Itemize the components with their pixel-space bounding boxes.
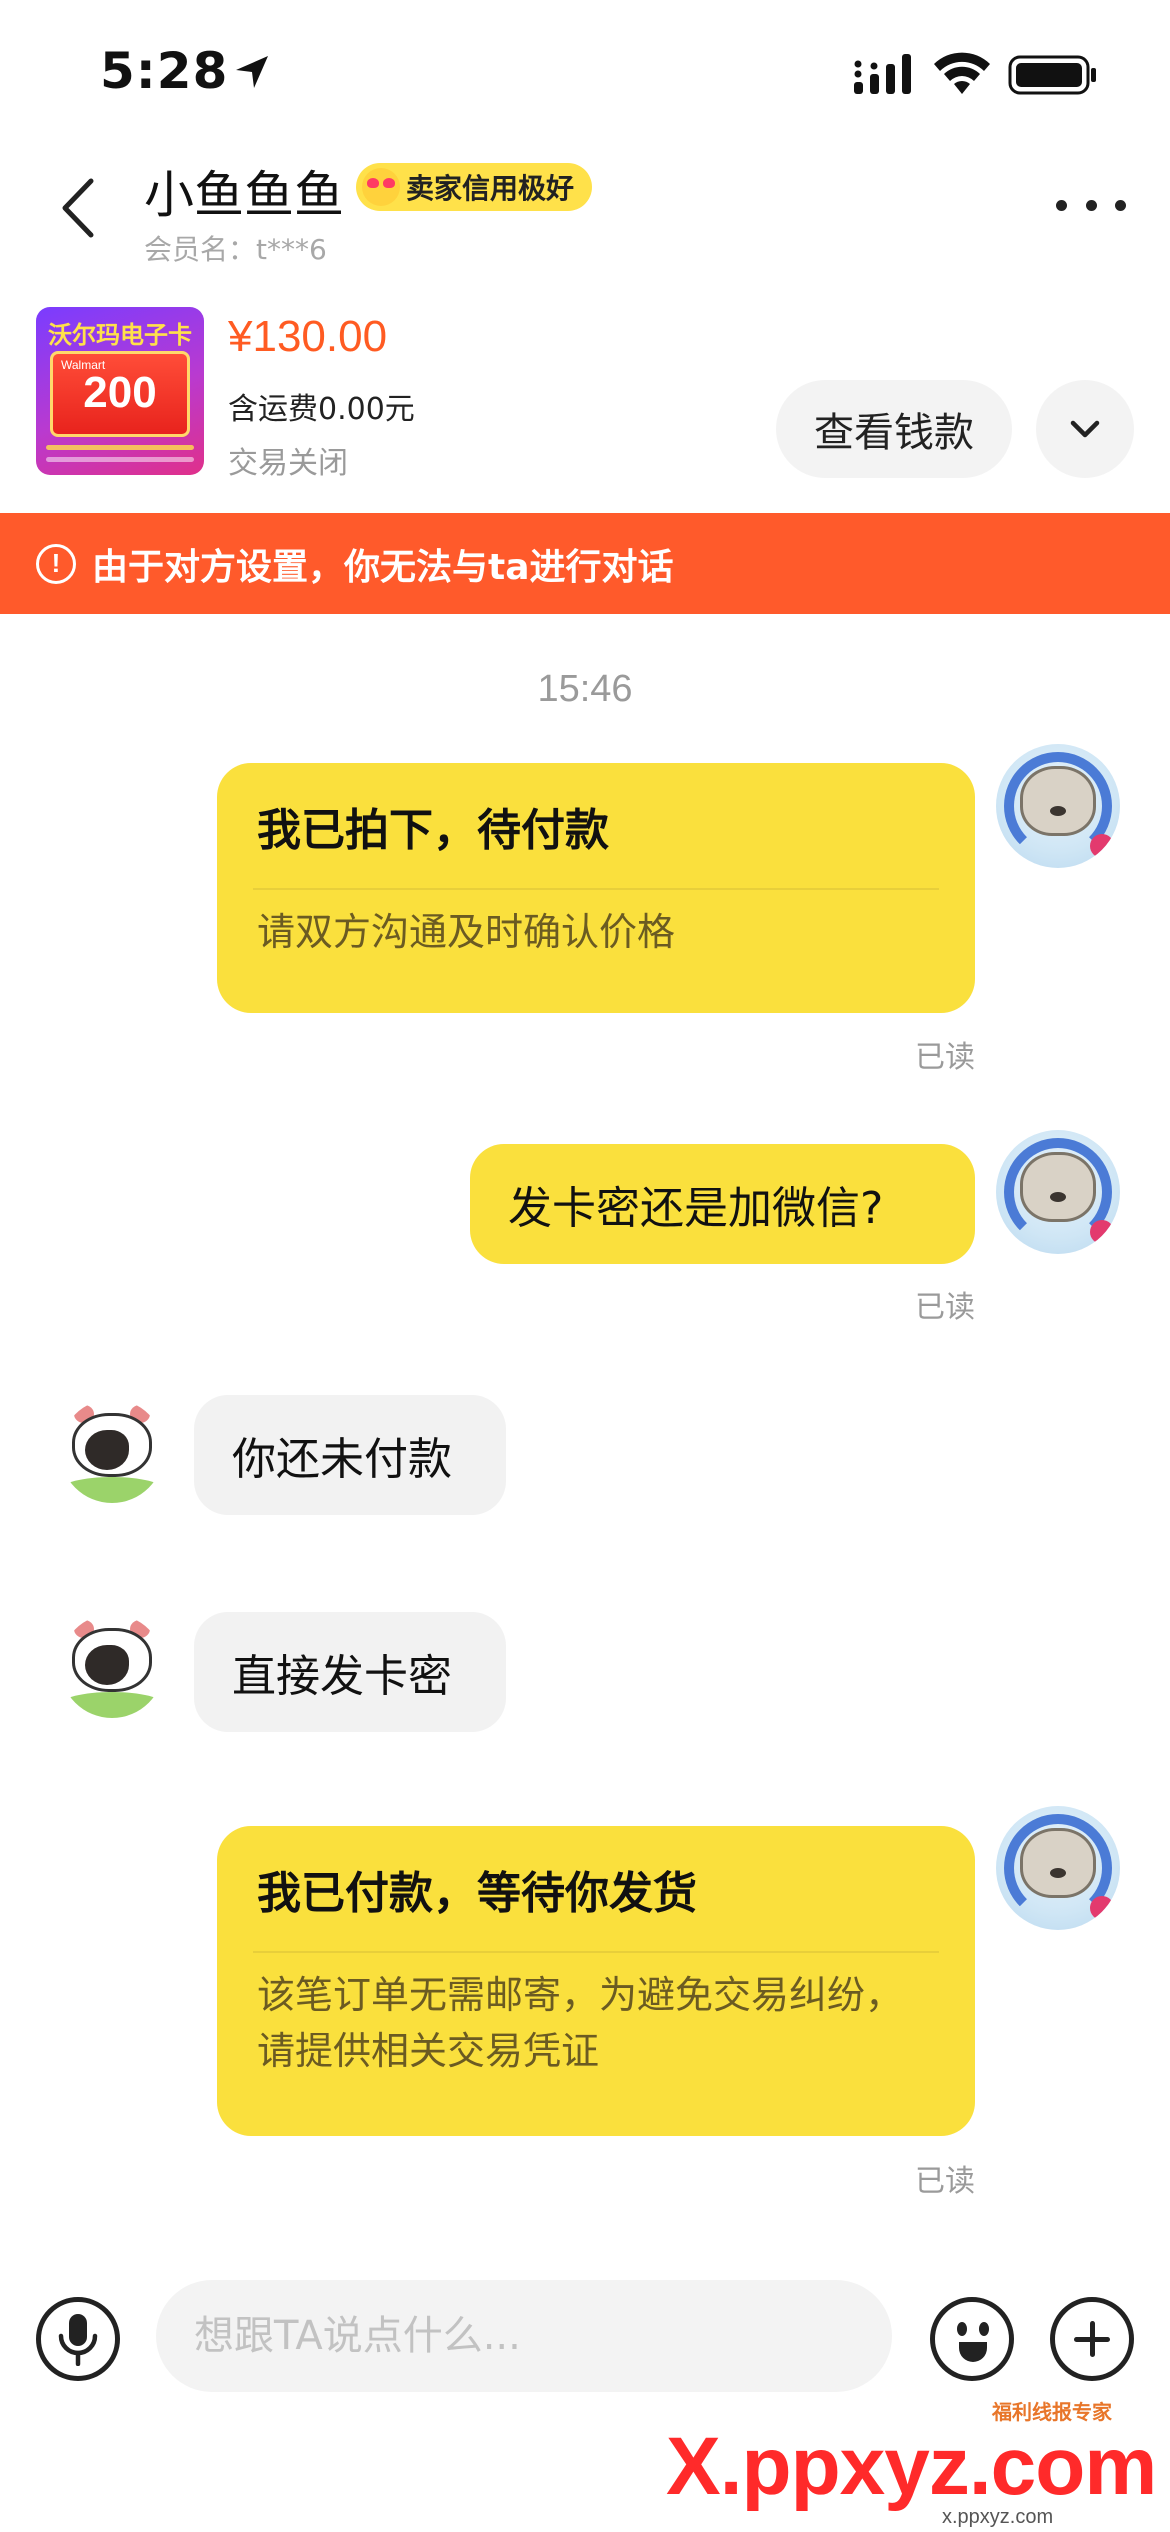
avatar-decoration [1090,1896,1114,1920]
trade-status: 交易关闭 [228,446,348,481]
credit-badge-label: 卖家信用极好 [406,172,575,205]
my-avatar[interactable] [996,744,1120,868]
watermark-url: x.ppxyz.com [942,2506,1054,2528]
card-body: 请双方沟通及时确认价格 [257,910,676,954]
shipping-fee: 含运费0.00元 [228,392,415,427]
avatar-decoration [85,1645,129,1685]
dog-face-icon [72,1628,152,1692]
message-text: 直接发卡密 [232,1651,452,1702]
emoji-face-icon [959,2342,987,2362]
warning-banner: 由于对方设置，你无法与ta进行对话 [0,513,1170,614]
chevron-left-icon [62,178,94,238]
wifi-icon [934,52,990,94]
read-receipt: 已读 [915,2164,975,2199]
back-button[interactable] [48,168,108,248]
avatar-decoration [85,1430,129,1470]
order-card-bubble[interactable]: 我已拍下，待付款 请双方沟通及时确认价格 [217,763,975,1013]
seller-name[interactable]: 小鱼鱼鱼 [144,155,344,227]
cat-face-icon [1020,1828,1096,1898]
chat-timestamp: 15:46 [537,668,633,710]
product-price: ¥130.00 [228,312,388,361]
expand-button[interactable] [1036,380,1134,478]
avatar-decoration [60,1477,164,1503]
read-receipt: 已读 [915,1040,975,1075]
seller-avatar[interactable] [60,1614,164,1718]
message-bubble[interactable]: 发卡密还是加微信? [470,1144,975,1264]
avatar-decoration [1050,806,1066,816]
message-input[interactable] [156,2280,892,2392]
status-bar: 5:28 [0,0,1170,150]
microphone-icon [58,2314,98,2366]
emoji-face-icon [979,2322,989,2336]
avatar-decoration [1090,1220,1114,1244]
card-body: 该笔订单无需邮寄，为避免交易纠纷，请提供相关交易凭证 [257,1973,904,2073]
message-text: 发卡密还是加微信? [508,1183,884,1234]
read-receipt: 已读 [915,1290,975,1325]
order-card-bubble[interactable]: 我已付款，等待你发货 该笔订单无需邮寄，为避免交易纠纷，请提供相关交易凭证 [217,1826,975,2136]
location-arrow-icon [236,56,268,88]
message-text: 你还未付款 [232,1434,452,1485]
cat-face-icon [1020,766,1096,836]
chevron-down-icon [1070,420,1100,438]
dot-icon [1085,199,1097,211]
thumb-decoration [46,445,194,450]
watermark: X.ppxyz.com [666,2421,1157,2512]
voice-input-button[interactable] [36,2297,120,2381]
avatar-decoration [60,1692,164,1718]
dog-face-icon [72,1413,152,1477]
thumb-decoration [46,457,194,462]
avatar-decoration [1050,1868,1066,1878]
status-time: 5:28 [100,42,229,100]
emoji-button[interactable] [930,2297,1014,2381]
battery-icon [1008,55,1096,95]
avatar-decoration [1090,834,1114,858]
message-bubble[interactable]: 你还未付款 [194,1395,506,1515]
warning-icon [36,543,76,584]
emoji-face-icon [957,2322,967,2336]
card-title: 我已付款，等待你发货 [257,1867,697,1919]
view-payment-button[interactable]: 查看钱款 [776,380,1012,478]
warning-text: 由于对方设置，你无法与ta进行对话 [92,546,674,588]
my-avatar[interactable] [996,1806,1120,1930]
product-thumbnail[interactable]: 沃尔玛电子卡 Walmart 200 [36,307,204,475]
dot-icon [1056,199,1067,211]
thumb-value: 200 [83,368,157,417]
cellular-signal-icon [854,54,911,94]
member-name: 会员名：t***6 [144,233,327,266]
dot-icon [1115,199,1126,211]
my-avatar[interactable] [996,1130,1120,1254]
message-bubble[interactable]: 直接发卡密 [194,1612,506,1732]
thumb-title: 沃尔玛电子卡 [48,321,192,349]
heart-eyes-emoji-icon [362,168,400,206]
more-options-button[interactable] [1056,190,1126,220]
card-title: 我已拍下，待付款 [257,804,609,856]
credit-badge: 卖家信用极好 [356,163,593,211]
seller-avatar[interactable] [60,1399,164,1503]
avatar-decoration [1050,1192,1066,1202]
gift-card-image: Walmart 200 [50,351,190,437]
more-actions-button[interactable] [1050,2297,1134,2381]
cat-face-icon [1020,1152,1096,1222]
